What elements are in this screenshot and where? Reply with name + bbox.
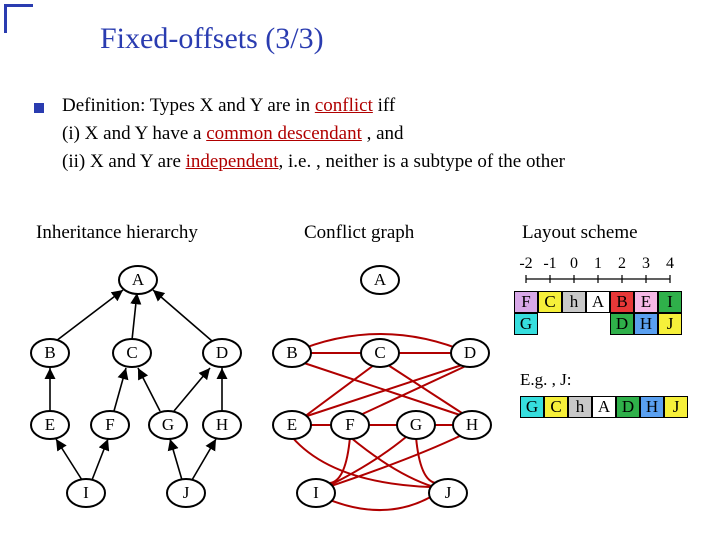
- layout-cell: C: [544, 396, 568, 418]
- axis-0: 0: [562, 255, 586, 273]
- inheritance-graph: A B C D E F G H I J: [20, 255, 270, 535]
- layout-cell: C: [538, 291, 562, 313]
- cnode-H: H: [466, 415, 478, 434]
- cnode-E: E: [287, 415, 297, 434]
- layout-cell: h: [562, 291, 586, 313]
- node-D: D: [216, 343, 228, 362]
- layout-cell: A: [592, 396, 616, 418]
- layout-cell: G: [514, 313, 538, 335]
- node-E: E: [45, 415, 55, 434]
- layout-row1: FChABEI: [514, 291, 682, 313]
- defn-1a: Definition: Types X and Y are in: [62, 95, 315, 116]
- node-J: J: [183, 483, 190, 502]
- definition-text: Definition: Types X and Y are in conflic…: [62, 92, 565, 176]
- corner-decoration: [4, 4, 33, 33]
- axis-n1: -1: [538, 255, 562, 273]
- axis-3: 3: [634, 255, 658, 273]
- layout-cell: I: [658, 291, 682, 313]
- defn-3b: , i.e. , neither is a subtype of the oth…: [278, 151, 565, 172]
- axis-ticks: [514, 275, 694, 287]
- slide-title: Fixed-offsets (3/3): [100, 22, 324, 56]
- section-conflict: Conflict graph: [304, 222, 414, 244]
- axis-4: 4: [658, 255, 682, 273]
- layout-cell: [562, 313, 586, 335]
- node-G: G: [162, 415, 174, 434]
- defn-2b: , and: [362, 123, 404, 144]
- cnode-F: F: [345, 415, 354, 434]
- layout-cell: D: [610, 313, 634, 335]
- defn-3-red: independent: [186, 151, 279, 172]
- node-A: A: [132, 270, 145, 289]
- defn-1-red: conflict: [315, 95, 373, 116]
- defn-2a: (i) X and Y have a: [62, 123, 206, 144]
- layout-cell: H: [640, 396, 664, 418]
- layout-cell: D: [616, 396, 640, 418]
- layout-cell: [586, 313, 610, 335]
- layout-cell: h: [568, 396, 592, 418]
- node-B: B: [44, 343, 55, 362]
- cnode-C: C: [374, 343, 385, 362]
- bullet-icon: [34, 103, 44, 113]
- node-H: H: [216, 415, 228, 434]
- cnode-B: B: [286, 343, 297, 362]
- defn-2-red: common descendant: [206, 123, 362, 144]
- defn-1b: iff: [373, 95, 395, 116]
- node-C: C: [126, 343, 137, 362]
- layout-cell: H: [634, 313, 658, 335]
- layout-cell: J: [658, 313, 682, 335]
- conflict-graph: A B C D E F G H I J: [272, 255, 502, 535]
- cnode-I: I: [313, 483, 319, 502]
- layout-cell: J: [664, 396, 688, 418]
- layout-cell: F: [514, 291, 538, 313]
- layout-cell: A: [586, 291, 610, 313]
- section-layout: Layout scheme: [522, 222, 638, 244]
- cnode-G: G: [410, 415, 422, 434]
- layout-cell: B: [610, 291, 634, 313]
- defn-3a: (ii) X and Y are: [62, 151, 186, 172]
- layout-row2: G DHJ: [514, 313, 682, 340]
- cnode-D: D: [464, 343, 476, 362]
- node-F: F: [105, 415, 114, 434]
- layout-cell: [538, 313, 562, 335]
- cnode-A: A: [374, 270, 387, 289]
- cnode-J: J: [445, 483, 452, 502]
- example-label: E.g. , J:: [520, 370, 571, 390]
- layout-cell: G: [520, 396, 544, 418]
- layout-cell: E: [634, 291, 658, 313]
- example-cells: GChADHJ: [520, 396, 688, 418]
- section-inheritance: Inheritance hierarchy: [36, 222, 198, 244]
- node-I: I: [83, 483, 89, 502]
- axis-n2: -2: [514, 255, 538, 273]
- axis-1: 1: [586, 255, 610, 273]
- axis-2: 2: [610, 255, 634, 273]
